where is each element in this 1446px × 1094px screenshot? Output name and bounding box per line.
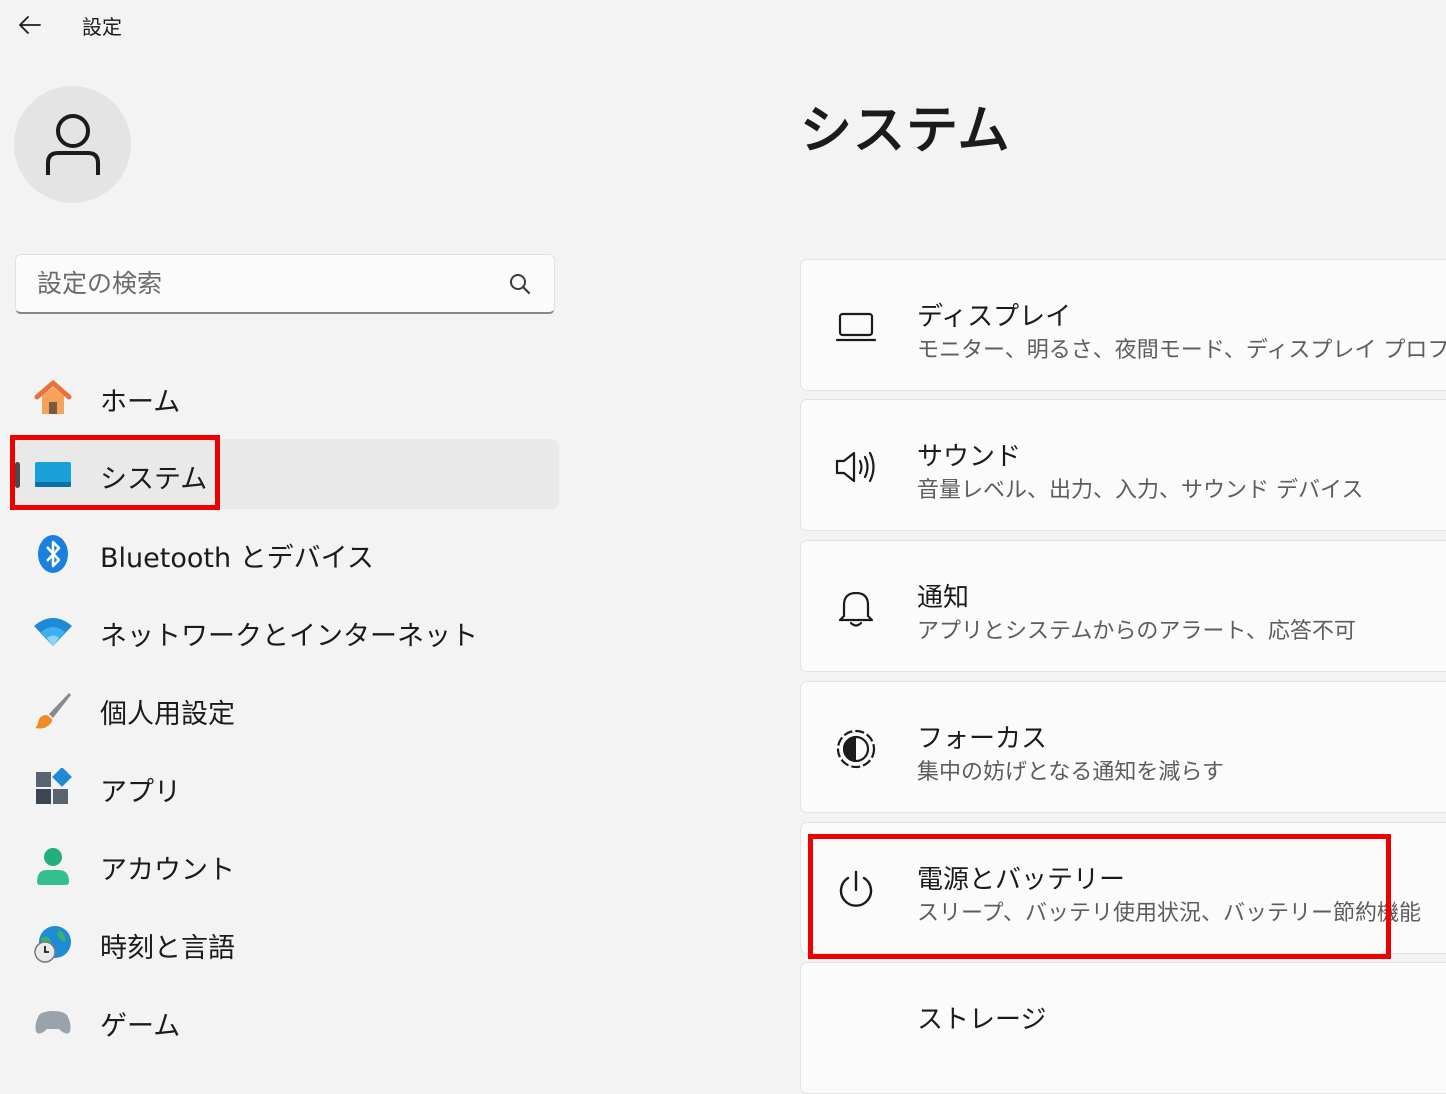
wifi-icon [33,612,73,652]
card-description: スリープ、バッテリ使用状況、バッテリー節約機能 [917,901,1422,926]
card-title: ストレージ [917,1005,1047,1035]
card-display[interactable]: ディスプレイ モニター、明るさ、夜間モード、ディスプレイ プロファイル [800,259,1446,391]
app-title: 設定 [82,15,122,39]
bell-icon [833,585,879,631]
sidebar-item-system[interactable]: システム [15,439,559,509]
sidebar-item-label: ネットワークとインターネット [100,621,478,652]
sidebar-item-label: 時刻と言語 [100,933,235,964]
card-title: 通知 [917,583,970,613]
card-power-battery[interactable]: 電源とバッテリー スリープ、バッテリ使用状況、バッテリー節約機能 [800,822,1446,954]
sidebar-item-label: アカウント [100,855,235,886]
card-sound[interactable]: サウンド 音量レベル、出力、入力、サウンド デバイス [800,399,1446,531]
title-bar: 設定 [0,0,1446,50]
storage-icon [833,1007,879,1053]
card-title: フォーカス [917,724,1048,754]
card-notifications[interactable]: 通知 アプリとシステムからのアラート、応答不可 [800,540,1446,672]
selection-indicator [15,462,20,488]
sidebar-item-bluetooth[interactable]: Bluetooth とデバイス [15,518,559,588]
search-input[interactable] [16,255,496,312]
sidebar-item-time-language[interactable]: 時刻と言語 [15,908,559,978]
sidebar-item-label: システム [100,464,208,495]
card-focus[interactable]: フォーカス 集中の妨げとなる通知を減らす [800,681,1446,813]
sidebar-item-home[interactable]: ホーム [15,362,559,432]
sidebar-item-accounts[interactable]: アカウント [15,830,559,900]
brush-icon [33,690,73,730]
globe-clock-icon [33,924,73,964]
user-icon [45,113,100,175]
card-title: 電源とバッテリー [917,865,1126,895]
sidebar-item-label: 個人用設定 [100,699,235,730]
card-title: ディスプレイ [917,302,1072,332]
sidebar-item-label: Bluetooth とデバイス [100,543,374,574]
sidebar-item-label: ゲーム [100,1011,181,1042]
display-icon [833,304,879,350]
card-description: 集中の妨げとなる通知を減らす [917,760,1224,785]
sidebar-item-network[interactable]: ネットワークとインターネット [15,596,559,666]
sidebar-item-label: ホーム [100,387,181,418]
avatar[interactable] [14,86,131,203]
card-description: 音量レベル、出力、入力、サウンド デバイス [917,478,1364,503]
sidebar-item-label: アプリ [100,777,181,808]
arrow-left-icon [19,16,41,34]
card-title: サウンド [917,442,1022,472]
search-box[interactable] [15,254,555,314]
sidebar-item-gaming[interactable]: ゲーム [15,986,559,1056]
card-description: モニター、明るさ、夜間モード、ディスプレイ プロファイル [917,338,1446,363]
bluetooth-icon [33,534,73,574]
controller-icon [33,1002,73,1042]
speaker-icon [833,444,879,490]
home-icon [33,378,73,418]
card-storage[interactable]: ストレージ [800,962,1446,1094]
account-icon [33,846,73,886]
power-icon [833,867,879,913]
sidebar-item-personalization[interactable]: 個人用設定 [15,674,559,744]
search-icon[interactable] [508,272,532,296]
page-title: システム [800,101,1011,161]
card-description: アプリとシステムからのアラート、応答不可 [917,619,1356,644]
back-button[interactable] [12,8,48,42]
system-icon [33,455,73,495]
focus-icon [833,726,879,772]
apps-icon [33,768,73,808]
sidebar-item-apps[interactable]: アプリ [15,752,559,822]
